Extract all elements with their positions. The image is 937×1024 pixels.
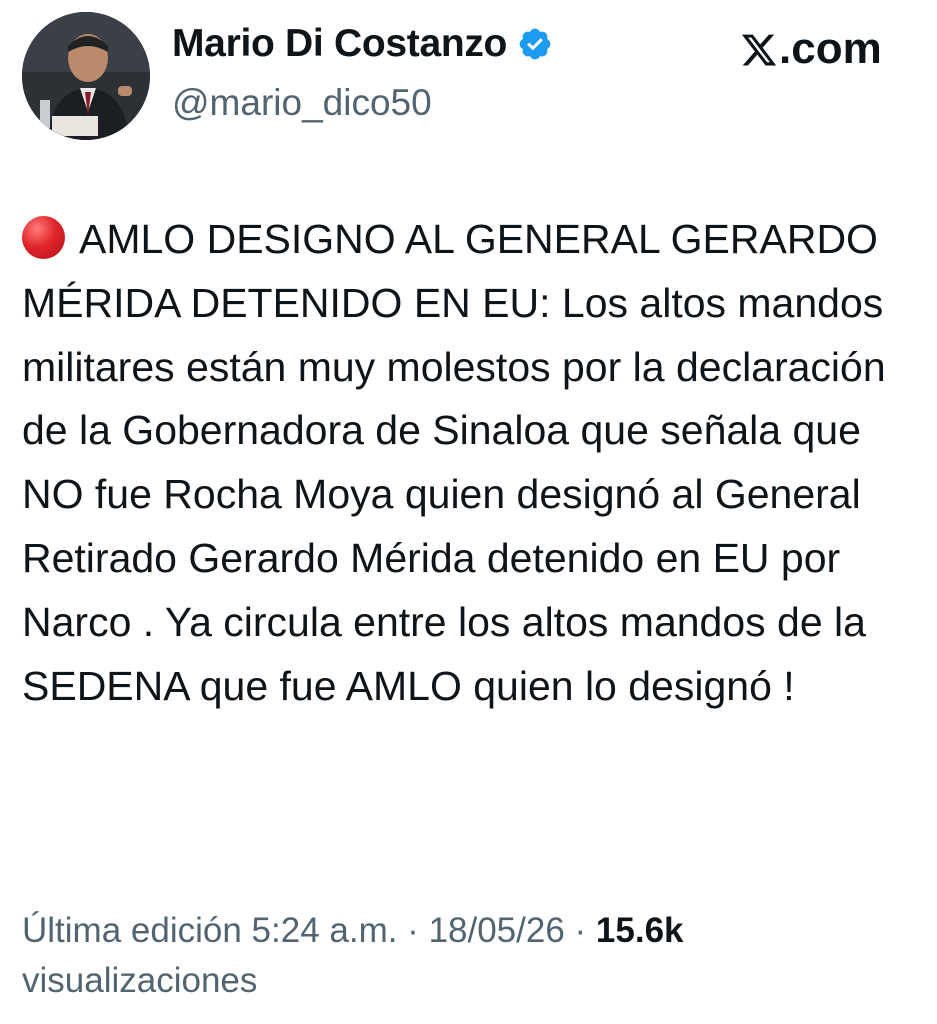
meta-separator: · [397,911,429,950]
red-circle-icon [22,216,65,259]
x-logo-icon [740,30,778,68]
author-display-name[interactable]: Mario Di Costanzo [172,22,553,66]
author-avatar[interactable] [22,12,150,140]
tweet-text: AMLO DESIGNO AL GENERAL GERARDO MÉRIDA D… [22,208,912,718]
author-handle[interactable]: @mario_dico50 [172,82,432,124]
avatar-photo [22,12,150,140]
tweet-body: AMLO DESIGNO AL GENERAL GERARDO MÉRIDA D… [22,216,898,709]
verified-badge-icon [517,26,553,62]
views-label: visualizaciones [22,961,258,1000]
source-domain-text: .com [779,24,882,73]
meta-separator-2: · [564,911,596,950]
tweet-date[interactable]: 18/05/26 [429,911,565,950]
author-name-text: Mario Di Costanzo [172,22,508,65]
views-count: 15.6k [595,911,684,950]
source-label: .com [740,24,882,74]
edit-timestamp-link[interactable]: Última edición 5:24 a.m. [22,911,397,950]
tweet-metadata: Última edición 5:24 a.m. · 18/05/26 · 15… [22,906,912,1006]
tweet-card: Mario Di Costanzo @mario_dico50 .com AML… [0,0,937,1024]
